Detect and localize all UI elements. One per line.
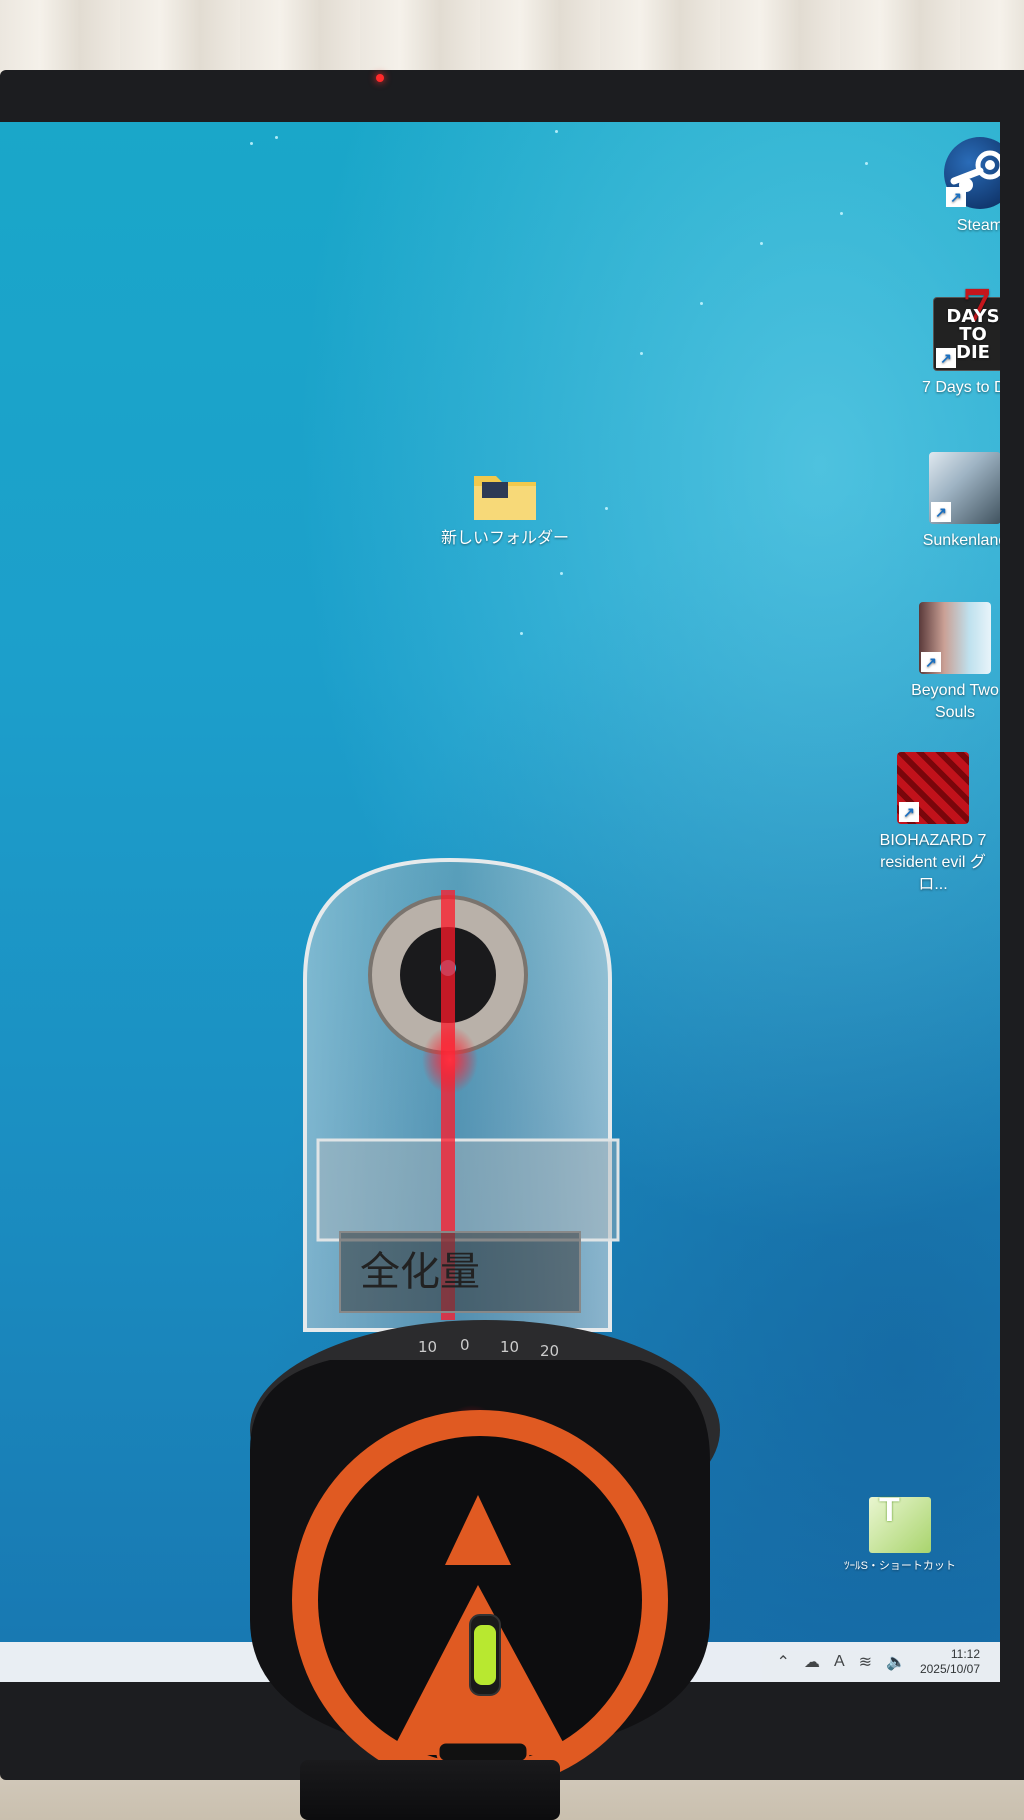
laser-level-device: 全化量 10 0 10 20 40 50 [250, 857, 720, 1790]
dial-tick-label: 10 [500, 1338, 519, 1356]
laser-glow [422, 1026, 478, 1094]
acrylic-shelf [316, 1138, 620, 1242]
brand-text: 全化量 [360, 1249, 480, 1295]
charging-slot [436, 1740, 530, 1764]
dial-tick-label: 20 [540, 1342, 559, 1360]
monitor-stand [300, 1760, 560, 1820]
dial-tick-label: 0 [460, 1336, 470, 1354]
bubble-level-fluid [474, 1625, 496, 1685]
dial-tick-label: 10 [418, 1338, 437, 1356]
